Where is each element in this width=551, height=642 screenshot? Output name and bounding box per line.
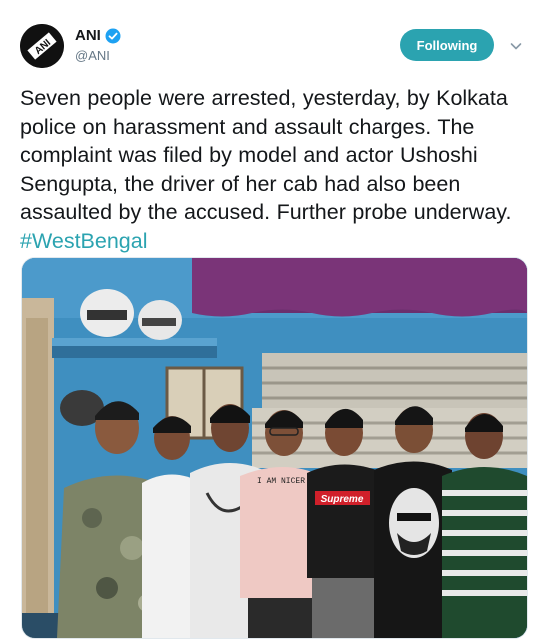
tweet-text: Seven people were arrested, yesterday, b… [20, 84, 540, 255]
account-handle[interactable]: @ANI [75, 48, 110, 63]
tweet-header: ANI ANI @ANI Following [0, 0, 551, 76]
tweet-photo[interactable]: I AM NICER Supreme [21, 257, 528, 639]
chevron-down-icon[interactable] [508, 38, 524, 54]
account-name[interactable]: ANI [75, 27, 121, 44]
verified-badge-icon [105, 28, 121, 44]
tweet-body: Seven people were arrested, yesterday, b… [20, 86, 512, 224]
shirt-text-3: Supreme [321, 494, 364, 505]
hashtag-link[interactable]: #WestBengal [20, 229, 148, 253]
shirt-text-1: I AM NICER [257, 477, 305, 486]
avatar[interactable]: ANI [20, 24, 64, 68]
account-name-label[interactable]: ANI [75, 27, 101, 44]
following-button[interactable]: Following [400, 29, 494, 61]
